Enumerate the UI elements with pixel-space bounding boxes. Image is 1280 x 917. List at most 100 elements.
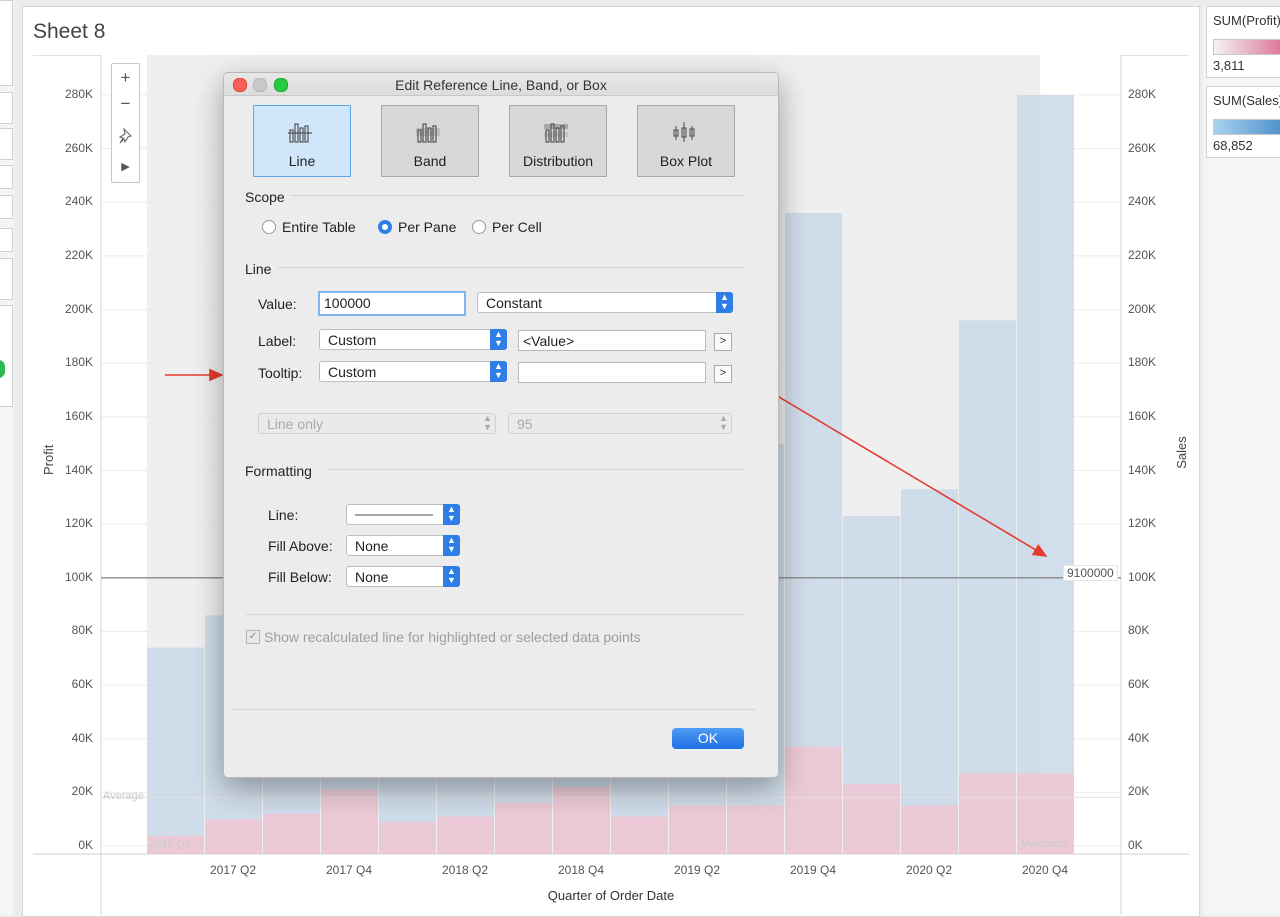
chevron-updown-icon: ▲ ▼: [443, 566, 460, 587]
profit-bar: [959, 773, 1016, 854]
chevron-updown-icon: ▲ ▼: [490, 361, 507, 382]
fill-below-label: Fill Below:: [268, 569, 332, 585]
legend-profit[interactable]: SUM(Profit) 3,811: [1206, 6, 1280, 78]
ok-button[interactable]: OK: [672, 728, 744, 749]
scope-heading: Scope: [245, 189, 285, 205]
x-tick-label: 2017 Q2: [209, 863, 257, 877]
confidence-text: 95: [517, 416, 533, 432]
y-tick-label-right: 0K: [1128, 838, 1143, 852]
zoom-out-button[interactable]: −: [112, 94, 139, 114]
sales-bar: [901, 489, 958, 854]
left-panel-box: [0, 0, 13, 86]
y-tick-label-right: 40K: [1128, 730, 1150, 745]
radio-circle: [472, 220, 486, 234]
y-tick-label-left: 140K: [64, 462, 93, 477]
type-line-button[interactable]: Line: [253, 105, 351, 177]
tooltip-insert-menu-button[interactable]: >: [714, 365, 732, 383]
x-tick-label: 2018 Q4: [557, 863, 605, 877]
label-text-input[interactable]: <Value>: [518, 330, 706, 351]
y-tick-label-right: 220K: [1128, 247, 1157, 262]
tooltip-type-select[interactable]: Custom ▲ ▼: [319, 361, 507, 382]
x-tick-label: 2020 Q2: [905, 863, 953, 877]
y-tick-label-left: 200K: [64, 301, 93, 316]
legend-sales[interactable]: SUM(Sales) 68,852: [1206, 86, 1280, 158]
x-tick-label: 2017 Q4: [325, 863, 373, 877]
left-gap: [14, 0, 22, 915]
profit-bar: [785, 746, 842, 854]
label-label: Label:: [258, 333, 297, 349]
checkbox-checked-icon: ✓: [246, 630, 260, 644]
legend-profit-min: 3,811: [1213, 58, 1245, 73]
profit-bar: [669, 805, 726, 854]
format-line-label: Line:: [268, 507, 299, 523]
value-input[interactable]: 100000: [318, 291, 466, 316]
x-axis-title: Quarter of Order Date: [547, 888, 675, 903]
left-panel-box: [0, 128, 13, 160]
line-style-select[interactable]: ▲ ▼: [346, 504, 460, 525]
zoom-in-button[interactable]: +: [112, 68, 139, 88]
y-tick-label-left: 280K: [64, 87, 93, 101]
tooltip-text-input[interactable]: [518, 362, 706, 383]
y-tick-label-left: 160K: [64, 408, 93, 423]
profit-bar: [263, 813, 320, 854]
play-icon[interactable]: ▶: [112, 160, 139, 173]
scope-entire-table-radio[interactable]: Entire Table: [262, 219, 356, 235]
chevron-updown-icon: ▲ ▼: [443, 535, 460, 556]
type-boxplot-button[interactable]: Box Plot: [637, 105, 735, 177]
value-type-text: Constant: [486, 295, 543, 311]
value-type-select[interactable]: Constant ▲ ▼: [477, 292, 733, 313]
type-distribution-button[interactable]: Distribution: [509, 105, 607, 177]
label-insert-menu-button[interactable]: >: [714, 333, 732, 351]
chevron-updown-icon: ▲ ▼: [483, 413, 492, 432]
left-panel-strip: [0, 0, 15, 915]
left-panel-box: [0, 165, 13, 189]
formatting-divider: [328, 469, 744, 470]
type-distribution-label: Distribution: [522, 153, 594, 169]
y-tick-label-right: 120K: [1128, 516, 1157, 531]
label-type-select[interactable]: Custom ▲ ▼: [319, 329, 507, 350]
scope-per-pane-label: Per Pane: [398, 219, 457, 235]
footer-divider: [232, 709, 756, 710]
y-tick-label-right: 160K: [1128, 408, 1157, 423]
fill-below-select[interactable]: None ▲ ▼: [346, 566, 460, 587]
legend-sales-title: SUM(Sales): [1213, 93, 1280, 108]
type-band-button[interactable]: Band: [381, 105, 479, 177]
left-panel-box: [0, 258, 13, 300]
x-tick-label: 2018 Q2: [441, 863, 489, 877]
radio-circle-selected: [378, 220, 392, 234]
scope-per-pane-radio[interactable]: Per Pane: [378, 219, 456, 235]
y-tick-label-right: 240K: [1128, 194, 1157, 209]
pin-icon[interactable]: [112, 124, 139, 149]
scope-per-cell-radio[interactable]: Per Cell: [472, 219, 542, 235]
legend-panel: SUM(Profit) 3,811 SUM(Sales) 68,852: [1203, 6, 1280, 915]
y-tick-label-left: 240K: [64, 194, 93, 209]
chevron-updown-icon: ▲ ▼: [716, 292, 733, 313]
line-only-text: Line only: [267, 416, 324, 432]
radio-circle: [262, 220, 276, 234]
y-tick-label-left: 120K: [64, 516, 93, 531]
y-tick-label-right: 80K: [1128, 623, 1150, 638]
label-type-text: Custom: [328, 332, 377, 348]
type-line-label: Line: [288, 153, 316, 169]
tooltip-label: Tooltip:: [258, 365, 303, 381]
type-band-label: Band: [413, 153, 447, 169]
dialog-title: Edit Reference Line, Band, or Box: [395, 77, 607, 93]
y-tick-label-left: 100K: [64, 569, 93, 584]
confidence-select: 95 ▲ ▼: [508, 413, 732, 434]
scope-per-cell-label: Per Cell: [492, 219, 542, 235]
formatting-heading: Formatting: [245, 463, 312, 479]
fill-above-select[interactable]: None ▲ ▼: [346, 535, 460, 556]
reference-line-label[interactable]: 9100000: [1063, 565, 1118, 581]
y-tick-label-right: 100K: [1128, 569, 1157, 584]
sales-bar: [1017, 95, 1074, 854]
left-panel-box: [0, 228, 13, 252]
profit-bar: [205, 819, 262, 854]
left-panel-box: [0, 92, 13, 124]
chevron-updown-icon: ▲ ▼: [719, 413, 728, 432]
recalculated-line-label: Show recalculated line for highlighted o…: [264, 629, 641, 645]
y-tick-label-right: 280K: [1128, 87, 1157, 101]
type-boxplot-label: Box Plot: [659, 153, 713, 169]
y-tick-label-right: 20K: [1128, 784, 1150, 799]
dialog-titlebar[interactable]: Edit Reference Line, Band, or Box: [224, 73, 778, 96]
y-tick-label-left: 180K: [64, 355, 93, 370]
